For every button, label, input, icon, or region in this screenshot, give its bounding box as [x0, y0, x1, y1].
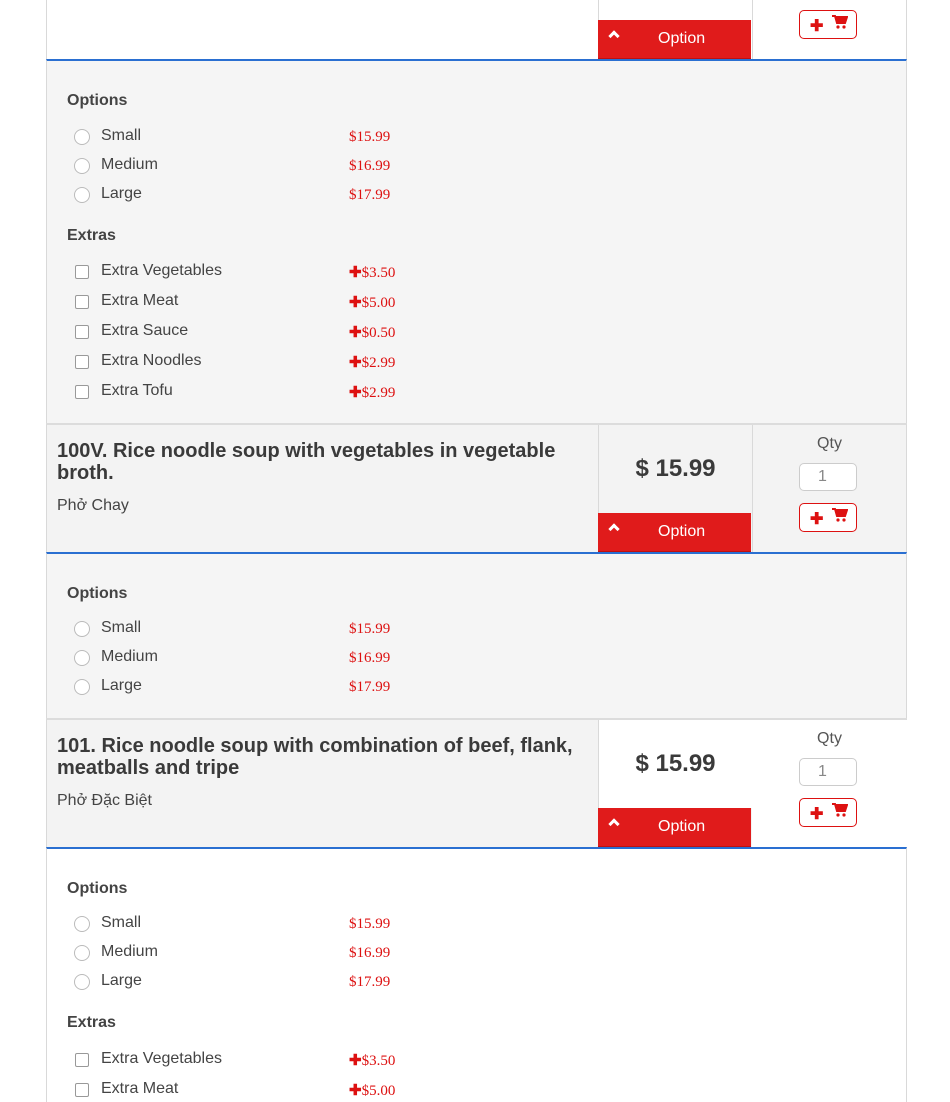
checkbox-extra-vegetables[interactable] [75, 1053, 89, 1067]
menu-item-row: 101. Rice noodle soup with combination o… [46, 718, 907, 848]
quantity-input[interactable]: 1 [799, 758, 857, 786]
options-heading: Options [67, 92, 128, 109]
extra-label: Extra Meat [101, 292, 179, 309]
checkbox-extra-tofu[interactable] [75, 385, 89, 399]
extra-price: ✚$3.50 [349, 1052, 396, 1069]
plus-icon: ✚ [810, 18, 824, 35]
option-price: $15.99 [349, 129, 391, 145]
option-label: Large [101, 185, 142, 202]
qty-label: Qty [817, 435, 842, 452]
option-label: Small [101, 127, 142, 144]
extra-label: Extra Tofu [101, 382, 173, 399]
radio-small[interactable] [74, 621, 90, 637]
option-price: $16.99 [349, 650, 391, 666]
option-label: Large [101, 677, 142, 694]
plus-icon: ✚ [349, 1052, 362, 1069]
plus-icon: ✚ [349, 1082, 362, 1099]
option-label: Medium [101, 943, 158, 960]
radio-small[interactable] [74, 129, 90, 145]
radio-large[interactable] [74, 187, 90, 203]
chevron-up-icon [608, 818, 620, 830]
menu-item-row: 100V. Rice noodle soup with vegetables i… [46, 423, 907, 553]
plus-icon: ✚ [810, 806, 824, 823]
options-heading: Options [67, 880, 128, 897]
item-subtitle: Phở Chay [57, 497, 129, 514]
options-heading: Options [67, 585, 128, 602]
qty-cell: Qty 1 ✚ [752, 425, 907, 553]
checkbox-extra-meat[interactable] [75, 295, 89, 309]
quantity-input[interactable]: 1 [799, 463, 857, 491]
option-label: Small [101, 914, 142, 931]
item-title: 101. Rice noodle soup with combination o… [57, 735, 573, 779]
add-to-cart-button[interactable]: ✚ [799, 798, 857, 827]
option-toggle-button[interactable]: Option [598, 513, 751, 552]
extra-label: Extra Noodles [101, 352, 202, 369]
option-price: $17.99 [349, 187, 391, 203]
option-label: Medium [101, 156, 158, 173]
radio-medium[interactable] [74, 158, 90, 174]
option-price: $16.99 [349, 945, 391, 961]
extra-label: Extra Meat [101, 1080, 179, 1097]
chevron-up-icon [608, 30, 620, 42]
options-panel: Options Small $15.99 Medium $16.99 Large… [46, 59, 907, 425]
radio-small[interactable] [74, 916, 90, 932]
option-price: $17.99 [349, 974, 391, 990]
qty-label: Qty [817, 730, 842, 747]
item-price: $ 15.99 [635, 750, 716, 777]
option-price: $15.99 [349, 916, 391, 932]
plus-icon: ✚ [349, 354, 362, 371]
option-label: Small [101, 619, 142, 636]
plus-icon: ✚ [349, 384, 362, 401]
radio-medium[interactable] [74, 945, 90, 961]
extra-label: Extra Sauce [101, 322, 189, 339]
option-label: Large [101, 972, 142, 989]
extra-label: Extra Vegetables [101, 1050, 222, 1067]
qty-cell: Qty 1 ✚ [752, 720, 907, 848]
option-label: Medium [101, 648, 158, 665]
extra-price: ✚$2.99 [349, 384, 396, 401]
shopping-cart-icon [832, 803, 848, 817]
options-panel: Options Small $15.99 Medium $16.99 Large… [46, 552, 907, 720]
qty-cell: ✚ [752, 0, 907, 60]
radio-large[interactable] [74, 974, 90, 990]
extra-price: ✚$2.99 [349, 354, 396, 371]
checkbox-extra-noodles[interactable] [75, 355, 89, 369]
item-price: $ 15.99 [635, 455, 716, 482]
plus-icon: ✚ [349, 294, 362, 311]
radio-large[interactable] [74, 679, 90, 695]
option-price: $17.99 [349, 679, 391, 695]
checkbox-extra-meat[interactable] [75, 1083, 89, 1097]
option-toggle-button[interactable]: Option [598, 808, 751, 847]
extra-price: ✚$0.50 [349, 324, 396, 341]
extra-price: ✚$5.00 [349, 1082, 396, 1099]
radio-medium[interactable] [74, 650, 90, 666]
extras-heading: Extras [67, 1014, 116, 1031]
plus-icon: ✚ [349, 324, 362, 341]
shopping-cart-icon [832, 15, 848, 29]
add-to-cart-button[interactable]: ✚ [799, 503, 857, 532]
item-title: 100V. Rice noodle soup with vegetables i… [57, 440, 556, 484]
item-subtitle: Phở Đặc Biệt [57, 792, 152, 809]
checkbox-extra-vegetables[interactable] [75, 265, 89, 279]
extras-heading: Extras [67, 227, 116, 244]
checkbox-extra-sauce[interactable] [75, 325, 89, 339]
plus-icon: ✚ [810, 511, 824, 528]
options-panel: Options Small $15.99 Medium $16.99 Large… [46, 847, 907, 1102]
extra-price: ✚$3.50 [349, 264, 396, 281]
option-price: $15.99 [349, 621, 391, 637]
shopping-cart-icon [832, 508, 848, 522]
menu-item-row-partial: Option ✚ [46, 0, 907, 60]
add-to-cart-button[interactable]: ✚ [799, 10, 857, 39]
extra-price: ✚$5.00 [349, 294, 396, 311]
option-price: $16.99 [349, 158, 391, 174]
plus-icon: ✚ [349, 264, 362, 281]
extra-label: Extra Vegetables [101, 262, 222, 279]
option-toggle-button[interactable]: Option [598, 20, 751, 59]
chevron-up-icon [608, 523, 620, 535]
